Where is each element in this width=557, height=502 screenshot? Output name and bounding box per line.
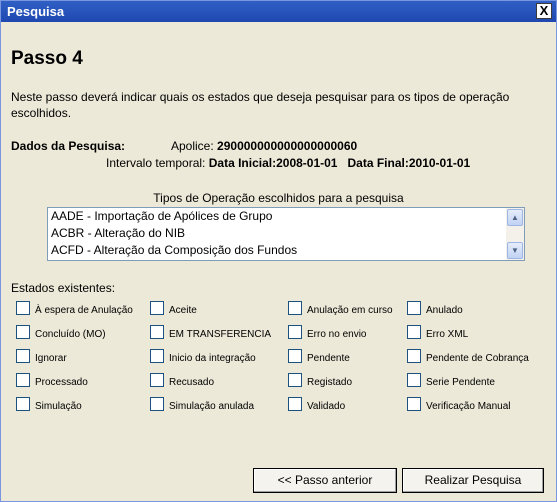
initial-date-label: Data Inicial:: [208, 156, 277, 170]
checkbox[interactable]: [16, 301, 30, 315]
checkbox-label: Aceite: [169, 305, 197, 316]
apolice-label: Apolice:: [171, 139, 214, 153]
checkbox[interactable]: [150, 397, 164, 411]
search-dialog: Pesquisa X Passo 4 Neste passo deverá in…: [0, 0, 557, 502]
scroll-down-icon[interactable]: ▼: [507, 242, 523, 259]
operation-types-caption: Tipos de Operação escolhidos para a pesq…: [153, 191, 404, 205]
search-button[interactable]: Realizar Pesquisa: [402, 468, 544, 493]
operation-types-list[interactable]: AADE - Importação de Apólices de Grupo A…: [47, 207, 525, 261]
checkbox[interactable]: [407, 373, 421, 387]
checkbox-label: Erro no envio: [307, 329, 367, 340]
step-title: Passo 4: [11, 48, 83, 69]
checkbox[interactable]: [150, 349, 164, 363]
final-date-value: 2010-01-01: [408, 156, 471, 170]
final-date-label: Data Final:: [347, 156, 409, 170]
checkbox[interactable]: [16, 325, 30, 339]
search-data-label: Dados da Pesquisa:: [11, 139, 126, 153]
checkbox-label: Simulação anulada: [169, 401, 255, 412]
checkbox[interactable]: [407, 325, 421, 339]
interval-label: Intervalo temporal:: [106, 156, 206, 170]
checkbox[interactable]: [16, 349, 30, 363]
checkbox[interactable]: [407, 349, 421, 363]
checkbox-label: Recusado: [169, 377, 215, 388]
list-scrollbar[interactable]: ▲ ▼: [506, 208, 524, 260]
apolice-value: 290000000000000000060: [217, 139, 358, 153]
checkbox-label: Anulação em curso: [307, 305, 393, 316]
previous-step-button[interactable]: << Passo anterior: [253, 468, 397, 493]
checkbox[interactable]: [16, 373, 30, 387]
checkbox-label: Ignorar: [35, 353, 67, 364]
checkbox-label: Pendente: [307, 353, 350, 364]
checkbox[interactable]: [150, 325, 164, 339]
checkbox-label: EM TRANSFERENCIA: [169, 329, 272, 340]
checkbox[interactable]: [288, 349, 302, 363]
checkbox-label: Anulado: [426, 305, 463, 316]
initial-date-value: 2008-01-01: [276, 156, 338, 170]
interval-row: Intervalo temporal: Data Inicial:2008-01…: [106, 156, 470, 170]
checkbox[interactable]: [288, 325, 302, 339]
checkbox[interactable]: [288, 301, 302, 315]
checkbox[interactable]: [150, 373, 164, 387]
checkbox-label: Processado: [35, 377, 88, 388]
checkbox-label: Inicio da integração: [169, 353, 256, 364]
checkbox-label: Simulação: [35, 401, 82, 412]
close-button[interactable]: X: [536, 3, 552, 19]
checkbox[interactable]: [407, 397, 421, 411]
checkbox[interactable]: [288, 397, 302, 411]
checkbox-label: À espera de Anulação: [35, 305, 133, 316]
checkbox-label: Validado: [307, 401, 346, 412]
checkbox-label: Verificação Manual: [426, 401, 511, 412]
list-item[interactable]: AADE - Importação de Apólices de Grupo: [48, 208, 506, 225]
checkbox[interactable]: [16, 397, 30, 411]
checkbox-label: Concluído (MO): [35, 329, 106, 340]
checkbox-label: Serie Pendente: [426, 377, 495, 388]
states-label: Estados existentes:: [11, 281, 116, 295]
checkbox-label: Pendente de Cobrança: [426, 353, 529, 364]
list-item[interactable]: ACBR - Alteração do NIB: [48, 225, 506, 242]
checkbox-label: Erro XML: [426, 329, 469, 340]
checkbox-label: Registado: [307, 377, 353, 388]
apolice-row: Apolice: 290000000000000000060: [171, 139, 357, 153]
scroll-up-icon[interactable]: ▲: [507, 209, 523, 226]
title-bar: Pesquisa: [1, 1, 556, 22]
list-item[interactable]: ACFD - Alteração da Composição dos Fundo…: [48, 242, 506, 259]
checkbox[interactable]: [407, 301, 421, 315]
window-title: Pesquisa: [7, 4, 65, 19]
checkbox[interactable]: [150, 301, 164, 315]
checkbox[interactable]: [288, 373, 302, 387]
instructions-text: Neste passo deverá indicar quais os esta…: [11, 90, 510, 120]
